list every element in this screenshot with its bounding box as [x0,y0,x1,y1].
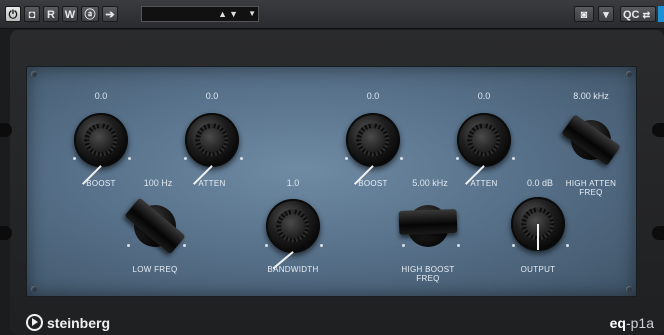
bandwidth-value: 1.0 [286,178,300,188]
high-atten-value: 0.0 [477,91,491,101]
bandwidth-knob[interactable] [266,199,320,270]
high-atten-freq-label-line2: FREQ [579,188,603,197]
low-boost-label: BOOST [86,179,116,188]
low-atten-label: ATTEN [198,179,226,188]
low-freq-label: LOW FREQ [132,265,178,274]
scale-dot [183,244,186,247]
high-boost-freq-selector[interactable] [398,208,458,236]
output-value: 0.0 dB [526,178,554,188]
high-boost-value: 0.0 [366,91,380,101]
high-atten-freq-label: HIGH ATTEN FREQ [566,179,616,197]
low-boost-value: 0.0 [94,91,108,101]
quick-controls-button[interactable]: QC ⇄ [620,6,656,22]
low-freq-value: 100 Hz [143,178,173,188]
rack-ear-right-top [652,123,664,137]
low-atten-knob[interactable] [185,113,239,185]
high-boost-freq-label: HIGH BOOST FREQ [401,265,454,283]
play-circle-icon [26,314,43,331]
scale-dot [400,157,403,160]
scale-dot [456,157,459,160]
high-atten-freq-label-line1: HIGH ATTEN [565,179,617,188]
accent-bar [658,6,664,22]
low-atten-value: 0.0 [205,91,219,101]
write-automation-button[interactable]: W [62,6,78,22]
arrow-right-button[interactable]: ➔ [102,6,118,22]
screw [31,71,37,77]
bypass-icon: ◘ [28,9,36,21]
preset-dropdown-icon[interactable]: ▼ [248,7,256,21]
compare-button[interactable]: ⓐ [81,6,99,22]
bypass-button[interactable]: ◘ [24,6,40,22]
high-boost-knob[interactable] [346,113,400,185]
high-atten-freq-value: 8.00 kHz [573,91,609,101]
scale-dot [128,157,131,160]
preset-up-down-icon[interactable]: ▲▼ [218,7,240,21]
bandwidth-label: BANDWIDTH [267,265,319,274]
scale-dot [457,244,460,247]
rack-ear-right-bottom [652,226,664,240]
plug-icon: ⇄ [642,10,651,20]
high-atten-label: ATTEN [470,179,498,188]
scale-dot [566,244,569,247]
scale-dot [512,244,515,247]
low-boost-knob[interactable] [74,113,128,185]
scale-dot [320,244,323,247]
screw [626,71,632,77]
plugin-name-prefix: eq [609,315,626,331]
output-knob[interactable] [511,197,565,251]
scale-dot [402,244,405,247]
high-boost-freq-value: 5.00 kHz [412,178,448,188]
preset-field[interactable]: ▲▼ ▼ [141,6,259,22]
plugin-name-suffix: -p1a [625,315,654,331]
plugin-name: eq-p1a [610,315,654,331]
brand-logo: steinberg [26,314,110,331]
high-boost-label: BOOST [358,179,388,188]
screw [31,286,37,292]
scale-dot [512,157,515,160]
high-boost-freq-label-line1: HIGH BOOST [401,265,455,274]
snapshot-button[interactable]: ◙ [574,6,594,22]
plugin-toolbar: ⏻ ◘ R W ⓐ ➔ ▲▼ ▼ ◙ ▾ QC ⇄ [0,0,664,29]
scale-dot [184,157,187,160]
screw [626,286,632,292]
read-automation-button[interactable]: R [43,6,59,22]
scale-dot [345,157,348,160]
brand-name: steinberg [47,315,111,331]
scale-dot [73,157,76,160]
high-atten-knob[interactable] [457,113,511,185]
scale-dot [265,244,268,247]
scale-dot [240,157,243,160]
settings-dropdown-button[interactable]: ▾ [598,6,614,22]
high-boost-freq-label-line2: FREQ [416,274,440,283]
chevron-down-icon: ▾ [603,9,609,21]
power-button[interactable]: ⏻ [5,6,21,22]
power-icon: ⏻ [8,9,18,21]
scale-dot [127,244,130,247]
compare-icon: ⓐ [84,9,96,21]
arrow-right-icon: ➔ [105,9,115,21]
camera-icon: ◙ [580,9,588,21]
output-label: OUTPUT [520,265,556,274]
